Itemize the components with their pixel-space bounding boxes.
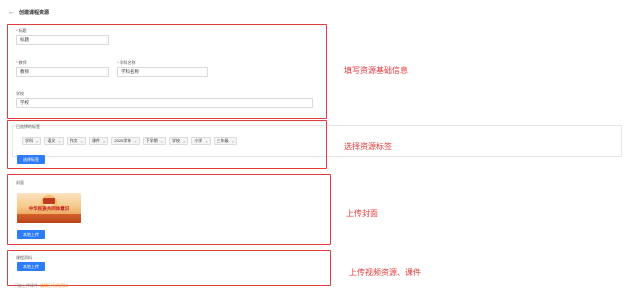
gate-graphic: [43, 198, 55, 204]
tag-chip: 作文 ×: [66, 137, 87, 145]
page-header: ← 创建课程资源: [8, 6, 49, 18]
cover-image-text: 中华民族共同体意识: [28, 206, 70, 211]
close-icon[interactable]: ×: [161, 139, 163, 144]
close-icon[interactable]: ×: [103, 139, 105, 144]
course-material-annotation: 上传视频资源、课件: [349, 268, 421, 277]
teacher-input[interactable]: 教师: [16, 67, 109, 77]
close-icon[interactable]: ×: [232, 139, 234, 144]
page-title: 创建课程资源: [19, 9, 50, 16]
course-material-section: [7, 250, 331, 286]
tag-chip: 下学期 ×: [142, 137, 166, 145]
close-icon[interactable]: ×: [81, 139, 83, 144]
tag-chip: 课件 ×: [89, 137, 109, 145]
selected-tags-label: 已选择的标签: [16, 124, 40, 129]
close-icon[interactable]: ×: [134, 139, 136, 144]
tag-chip: 学科 ×: [22, 137, 42, 145]
tag-chip: 语文 ×: [44, 137, 64, 145]
tag-chip: 学校 ×: [168, 137, 189, 145]
subject-label: *学科名称: [117, 60, 136, 65]
course-material-label: 课程资料: [16, 255, 32, 260]
cover-upload-button[interactable]: 本地上传: [17, 230, 45, 239]
tag-chip: 三年级 ×: [213, 137, 237, 145]
subject-input[interactable]: 学科名称: [117, 67, 208, 77]
cover-annotation: 上传封面: [346, 209, 378, 218]
edit-existing-link[interactable]: 编辑已有的资料: [40, 283, 68, 288]
tags-annotation: 选择资源标签: [344, 142, 392, 151]
close-icon[interactable]: ×: [58, 139, 60, 144]
basic-info-annotation: 填写资源基础信息: [344, 66, 408, 75]
teacher-label: *教师: [16, 60, 27, 65]
tag-chip: 2020学年 ×: [111, 137, 140, 145]
footer-note: 只能上传课件 编辑已有的资料: [14, 283, 68, 288]
close-icon[interactable]: ×: [183, 139, 185, 144]
close-icon[interactable]: ×: [205, 139, 207, 144]
school-label: 学校: [16, 91, 24, 96]
title-label: *标题: [16, 28, 27, 33]
close-icon[interactable]: ×: [36, 139, 38, 144]
school-input[interactable]: 学校: [16, 98, 313, 108]
arrow-left-icon[interactable]: ←: [8, 9, 15, 16]
cover-label: 封面: [16, 180, 24, 185]
selected-tags-list: 学科 × 语文 × 作文 × 课件 × 2020学年 × 下学期 × 学校 × 小学 × 三年级…: [22, 137, 237, 145]
wall-graphic: [17, 214, 81, 223]
cover-image: 中华民族共同体意识: [17, 193, 81, 223]
select-tags-button[interactable]: 选择标签: [17, 155, 45, 164]
course-material-upload-button[interactable]: 本地上传: [17, 262, 45, 271]
title-input[interactable]: 标题: [16, 35, 109, 45]
tag-chip: 小学 ×: [191, 137, 211, 145]
